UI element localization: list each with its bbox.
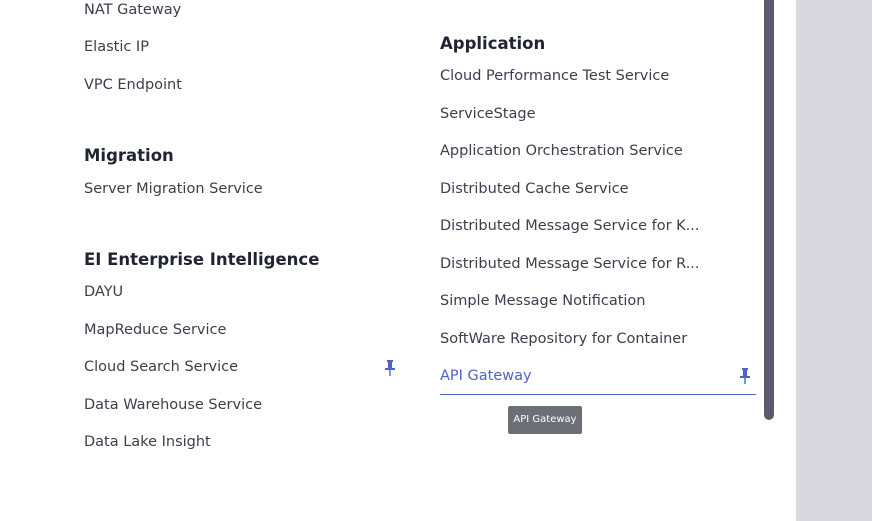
service-link-dcs[interactable]: Distributed Cache Service xyxy=(440,179,629,199)
service-link-server-migration[interactable]: Server Migration Service xyxy=(84,179,263,199)
category-heading-ei: EI Enterprise Intelligence xyxy=(84,250,320,269)
active-item-underline xyxy=(440,394,756,395)
service-link-dms-kafka[interactable]: Distributed Message Service for K... xyxy=(440,216,699,236)
scrollbar-thumb[interactable] xyxy=(764,0,774,420)
service-link-mapreduce[interactable]: MapReduce Service xyxy=(84,320,226,340)
service-link-smn[interactable]: Simple Message Notification xyxy=(440,291,645,311)
service-link-dms-rabbitmq[interactable]: Distributed Message Service for R... xyxy=(440,254,700,274)
service-link-aos[interactable]: Application Orchestration Service xyxy=(440,141,683,161)
service-link-data-lake-insight[interactable]: Data Lake Insight xyxy=(84,432,211,452)
pin-icon[interactable] xyxy=(384,360,396,376)
category-heading-application: Application xyxy=(440,34,546,53)
service-link-api-gateway[interactable]: API Gateway xyxy=(440,366,532,386)
service-link-nat-gateway[interactable]: NAT Gateway xyxy=(84,0,181,20)
pin-icon[interactable] xyxy=(739,368,751,384)
service-link-cpts[interactable]: Cloud Performance Test Service xyxy=(440,66,669,86)
category-heading-migration: Migration xyxy=(84,146,174,165)
service-link-vpc-endpoint[interactable]: VPC Endpoint xyxy=(84,75,182,95)
service-link-servicestage[interactable]: ServiceStage xyxy=(440,104,536,124)
tooltip-api-gateway: API Gateway xyxy=(508,406,582,434)
service-link-elastic-ip[interactable]: Elastic IP xyxy=(84,37,149,57)
service-link-swr[interactable]: SoftWare Repository for Container xyxy=(440,329,687,349)
right-panel-gutter xyxy=(796,0,872,521)
service-link-cloud-search[interactable]: Cloud Search Service xyxy=(84,357,238,377)
service-link-dayu[interactable]: DAYU xyxy=(84,282,123,302)
service-link-data-warehouse[interactable]: Data Warehouse Service xyxy=(84,395,262,415)
